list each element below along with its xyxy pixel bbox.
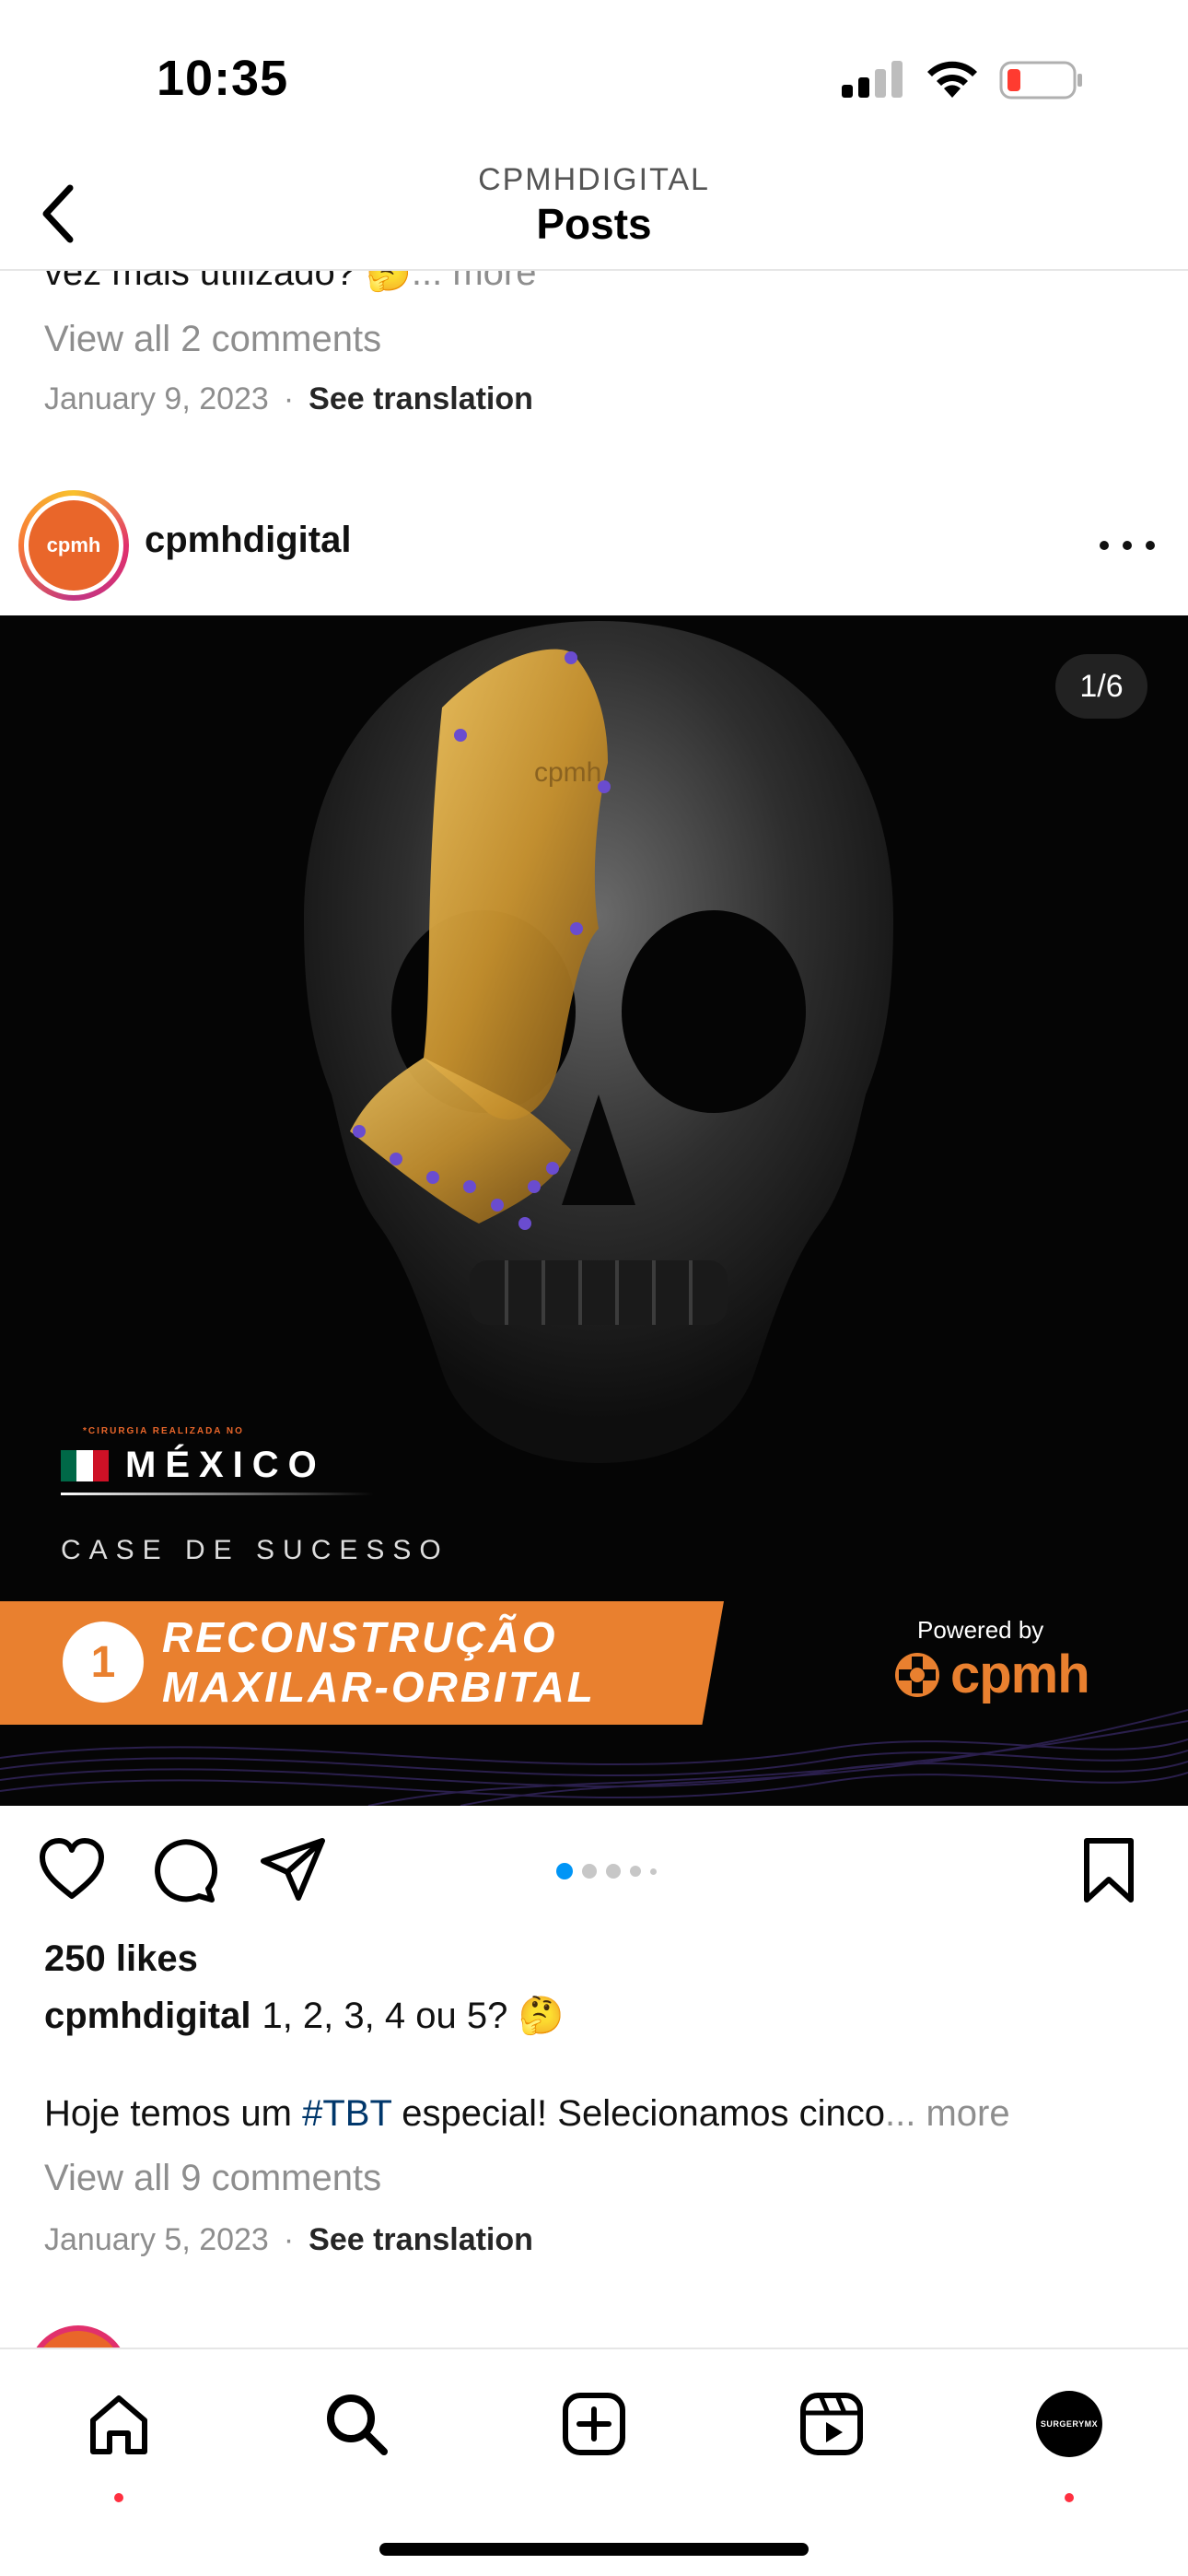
dot-icon xyxy=(1146,541,1155,550)
avatar-inner: cpmh xyxy=(24,496,123,595)
heart-icon[interactable] xyxy=(37,1835,107,1905)
cpmh-logo-icon xyxy=(895,1652,939,1697)
carousel-dot xyxy=(630,1866,641,1877)
decorative-waves xyxy=(0,1709,1188,1806)
comment-icon[interactable] xyxy=(147,1835,217,1905)
battery-low-icon xyxy=(999,61,1082,100)
case-label: CASE DE SUCESSO xyxy=(61,1535,449,1565)
carousel-dot xyxy=(606,1864,621,1879)
post-date-line: January 5, 2023 · See translation xyxy=(44,2222,533,2258)
carousel-dot xyxy=(650,1868,657,1875)
caption-username[interactable]: cpmhdigital xyxy=(44,1996,250,2036)
separator-dot: · xyxy=(283,381,295,416)
caption-body-post: especial! Selecionamos cinco xyxy=(391,2093,886,2134)
likes-count[interactable]: 250 likes xyxy=(44,1938,198,1980)
hashtag-link[interactable]: #TBT xyxy=(302,2093,391,2134)
tab-search[interactable] xyxy=(315,2383,398,2465)
page-title: Posts xyxy=(536,200,652,248)
post-header: cpmh cpmhdigital xyxy=(0,479,1188,614)
cellular-signal-icon xyxy=(842,61,903,98)
post-username[interactable]: cpmhdigital xyxy=(145,520,351,561)
slide-counter: 1/6 xyxy=(1055,654,1147,719)
caption-body-pre: Hoje temos um xyxy=(44,2093,303,2134)
bookmark-icon[interactable] xyxy=(1074,1835,1144,1905)
post-actions xyxy=(0,1806,1188,1935)
mexico-flag-icon xyxy=(61,1450,109,1481)
header-account-name: CPMHDIGITAL xyxy=(478,162,710,197)
case-number: 1 xyxy=(63,1622,144,1703)
status-time: 10:35 xyxy=(157,51,289,106)
country-caption: *CIRURGIA REALIZADA NO xyxy=(83,1426,244,1436)
previous-post-date: January 9, 2023 xyxy=(44,381,269,416)
previous-date-line: January 9, 2023 · See translation xyxy=(44,381,533,417)
search-icon xyxy=(327,2395,388,2455)
previous-see-translation-link[interactable]: See translation xyxy=(309,381,533,417)
caption-first-text: 1, 2, 3, 4 ou 5? 🤔 xyxy=(262,1996,565,2036)
tab-profile[interactable]: SURGERYMX xyxy=(1028,2383,1111,2502)
tab-home[interactable] xyxy=(77,2383,160,2502)
share-icon[interactable] xyxy=(258,1835,328,1905)
wifi-icon xyxy=(927,61,977,98)
caption-more-link[interactable]: ... more xyxy=(885,2093,1010,2134)
notification-dot xyxy=(114,2493,123,2502)
status-bar: 10:35 xyxy=(0,0,1188,157)
country-underline xyxy=(61,1493,374,1495)
case-title-line-1: RECONSTRUÇÃO xyxy=(162,1613,558,1661)
skull-illustration: cpmh xyxy=(304,621,893,1463)
country-name: MÉXICO xyxy=(125,1445,326,1485)
dot-icon xyxy=(1123,541,1132,550)
carousel-dot-active xyxy=(556,1863,573,1879)
top-header: CPMHDIGITAL Posts xyxy=(0,157,1188,271)
post-date: January 5, 2023 xyxy=(44,2222,269,2257)
carousel-dot xyxy=(582,1864,597,1879)
caption-body: Hoje temos um #TBT especial! Selecionamo… xyxy=(44,2093,1010,2135)
more-options-button[interactable] xyxy=(1100,527,1155,564)
plus-square-icon xyxy=(563,2393,625,2455)
caption-first-line: cpmhdigital 1, 2, 3, 4 ou 5? 🤔 xyxy=(44,1994,564,2037)
brand-name: cpmh xyxy=(950,1645,1090,1704)
avatar[interactable]: cpmh xyxy=(18,490,129,601)
powered-by-label: Powered by xyxy=(917,1616,1044,1644)
skull-plate-text: cpmh xyxy=(534,757,601,788)
home-icon xyxy=(90,2395,147,2454)
brand-logo: cpmh xyxy=(891,1644,1090,1705)
bottom-tab-bar: SURGERYMX xyxy=(0,2348,1188,2576)
notification-dot xyxy=(1065,2493,1074,2502)
dot-icon xyxy=(1100,541,1109,550)
carousel-indicator xyxy=(556,1863,657,1879)
avatar-logo: cpmh xyxy=(29,500,119,591)
tab-create[interactable] xyxy=(553,2383,635,2465)
profile-avatar: SURGERYMX xyxy=(1036,2391,1102,2457)
see-translation-link[interactable]: See translation xyxy=(309,2222,533,2258)
reels-icon xyxy=(800,2393,863,2455)
home-indicator[interactable] xyxy=(379,2543,809,2556)
separator-dot: · xyxy=(283,2222,295,2257)
view-comments-link[interactable]: View all 9 comments xyxy=(44,2158,381,2199)
tab-reels[interactable] xyxy=(790,2383,873,2465)
previous-view-comments-link[interactable]: View all 2 comments xyxy=(44,319,381,360)
post-image[interactable]: cpmh 1/6 *CIRURGIA REALIZADA NO MÉXICO C… xyxy=(0,615,1188,1806)
